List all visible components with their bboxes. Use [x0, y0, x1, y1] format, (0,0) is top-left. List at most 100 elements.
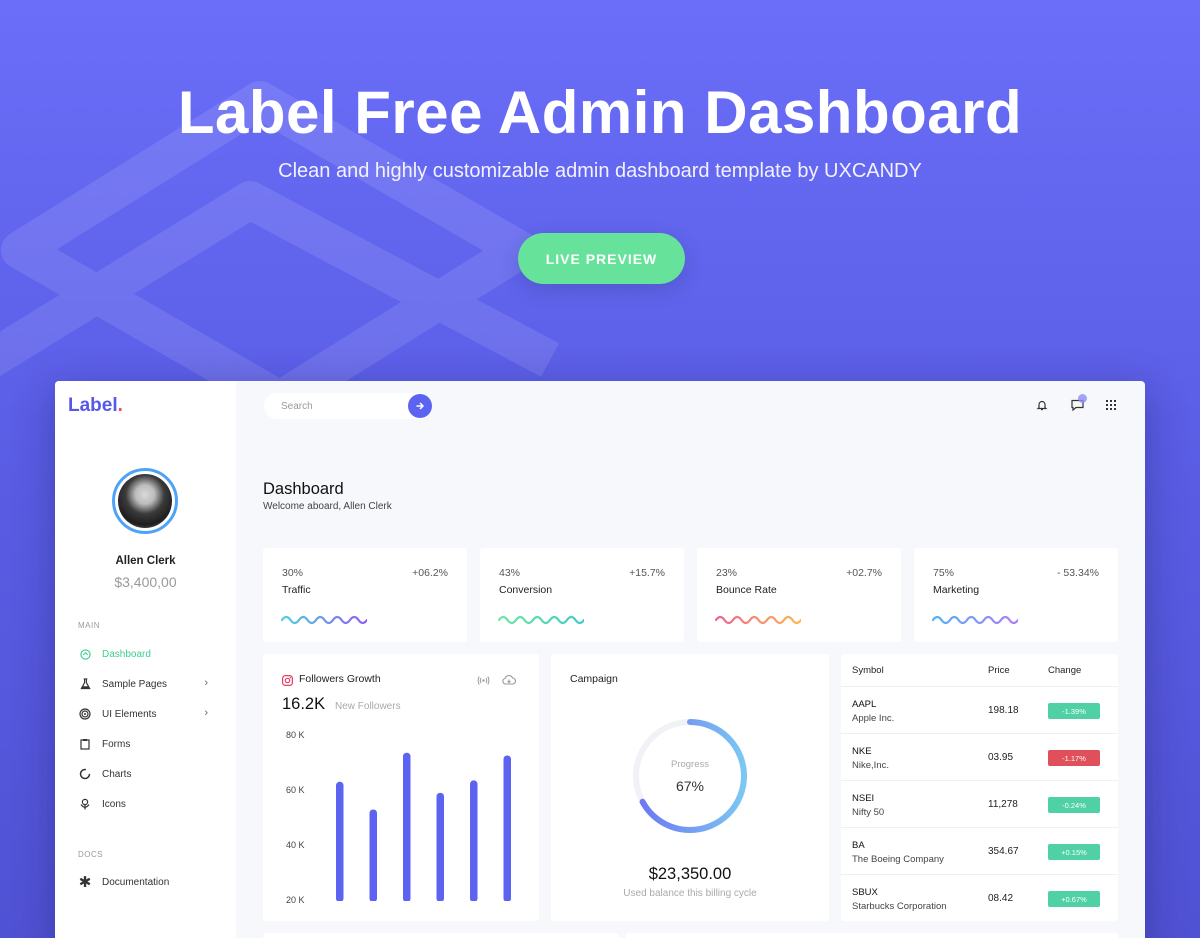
bar-1 — [336, 781, 344, 901]
chevron-right-icon: › — [204, 707, 208, 719]
nav-section-main: MAIN — [78, 621, 100, 630]
stock-symbol: NKE — [852, 746, 872, 757]
stat-change: - 53.34% — [1056, 567, 1099, 579]
y-tick-label: 20 K — [286, 895, 305, 905]
y-tick-label: 80 K — [286, 730, 305, 740]
followers-value: 16.2K — [282, 695, 326, 713]
user-name: Allen Clerk — [115, 555, 176, 567]
sidebar-item-forms[interactable]: Forms — [78, 735, 218, 753]
search-submit-button[interactable] — [408, 394, 432, 418]
table-row[interactable]: AAPL Apple Inc. 198.18 -1.39% — [841, 686, 1118, 733]
stock-symbol: BA — [852, 840, 865, 851]
stat-sparkline — [715, 615, 801, 625]
stat-card-bounce-rate[interactable]: 23% +02.7% Bounce Rate — [697, 548, 901, 642]
live-preview-button[interactable]: LIVE PREVIEW — [518, 233, 685, 284]
bell-icon[interactable] — [1035, 398, 1049, 412]
stock-name: Starbucks Corporation — [852, 901, 947, 912]
stat-label: Conversion — [499, 584, 553, 596]
stock-price: 198.18 — [988, 705, 1019, 716]
table-row[interactable]: NSEI Nifty 50 11,278 -0.24% — [841, 780, 1118, 827]
search-placeholder: Search — [281, 400, 313, 412]
page-title: Dashboard — [263, 480, 344, 498]
sidebar-item-label: UI Elements — [102, 708, 157, 720]
dashboard-icon — [78, 647, 92, 661]
message-icon[interactable] — [1070, 394, 1087, 412]
sidebar-item-label: Documentation — [102, 876, 170, 888]
campaign-card: Campaign Progress 67% $23,350.00 Used ba… — [551, 654, 829, 921]
sparkline-path — [932, 615, 1018, 625]
sidebar-item-sample-pages[interactable]: Sample Pages › — [78, 675, 218, 693]
stat-card-traffic[interactable]: 30% +06.2% Traffic — [263, 548, 467, 642]
table-row[interactable]: BA The Boeing Company 354.67 +0.15% — [841, 827, 1118, 874]
table-row[interactable]: SBUX Starbucks Corporation 08.42 +0.67% — [841, 874, 1118, 921]
sidebar-item-dashboard[interactable]: Dashboard — [78, 645, 218, 663]
sidebar-item-label: Sample Pages — [102, 678, 168, 690]
followers-bar-chart — [336, 752, 511, 901]
stat-sparkline — [498, 615, 584, 625]
table-header-price: Price — [988, 665, 1010, 676]
stat-label: Traffic — [282, 584, 311, 596]
stock-symbol: SBUX — [852, 887, 878, 898]
stock-symbol: AAPL — [852, 699, 877, 710]
broadcast-icon[interactable] — [477, 673, 490, 691]
stock-name: Nike,Inc. — [852, 760, 889, 771]
stat-change: +15.7% — [629, 567, 665, 579]
target-icon — [78, 707, 92, 721]
change-badge: -0.24% — [1048, 797, 1100, 813]
campaign-note: Used balance this billing cycle — [623, 888, 757, 899]
stat-change: +02.7% — [846, 567, 882, 579]
y-tick-label: 60 K — [286, 785, 305, 795]
sidebar: Label. Allen Clerk $3,400,00 MAIN Dashbo… — [55, 381, 236, 938]
bar-4 — [436, 792, 444, 901]
change-badge: -1.17% — [1048, 750, 1100, 766]
stat-percent: 43% — [499, 567, 521, 579]
sparkline-path — [715, 615, 801, 625]
change-badge: -1.39% — [1048, 703, 1100, 719]
table-header-symbol: Symbol — [852, 665, 884, 676]
followers-title: Followers Growth — [299, 673, 381, 685]
stocks-table: Symbol Price Change AAPL Apple Inc. 198.… — [841, 654, 1118, 921]
stat-label: Bounce Rate — [716, 584, 777, 596]
nav-section-docs: DOCS — [78, 850, 104, 859]
sidebar-item-icons[interactable]: Icons — [78, 795, 218, 813]
stat-percent: 75% — [933, 567, 955, 579]
flower-icon — [78, 797, 92, 811]
table-header-change: Change — [1048, 665, 1082, 676]
stock-name: Nifty 50 — [852, 807, 885, 818]
followers-unit: New Followers — [335, 701, 401, 712]
sidebar-item-ui-elements[interactable]: UI Elements › — [78, 705, 218, 723]
brand-dot: . — [117, 395, 123, 416]
notification-dot — [1078, 394, 1087, 403]
avatar[interactable] — [112, 468, 178, 534]
instagram-icon — [282, 673, 294, 691]
stat-percent: 30% — [282, 567, 304, 579]
campaign-title: Campaign — [570, 673, 618, 685]
donut-icon — [78, 767, 92, 781]
stat-card-marketing[interactable]: 75% - 53.34% Marketing — [914, 548, 1118, 642]
cloud-download-icon[interactable] — [502, 673, 516, 691]
sidebar-item-label: Dashboard — [102, 648, 151, 660]
bottom-card-right — [626, 933, 1118, 938]
bar-5 — [470, 780, 478, 901]
sidebar-item-charts[interactable]: Charts — [78, 765, 218, 783]
search-input[interactable]: Search — [264, 393, 432, 419]
brand-logo[interactable]: Label. — [68, 395, 123, 417]
progress-label: Progress — [670, 759, 709, 770]
dashboard-window: Label. Allen Clerk $3,400,00 MAIN Dashbo… — [55, 381, 1145, 938]
chevron-right-icon: › — [204, 677, 208, 689]
y-tick-label: 40 K — [286, 840, 305, 850]
stat-label: Marketing — [933, 584, 980, 596]
table-row[interactable]: NKE Nike,Inc. 03.95 -1.17% — [841, 733, 1118, 780]
sparkline-path — [281, 615, 367, 625]
page-subtitle: Welcome aboard, Allen Clerk — [263, 501, 392, 512]
progress-value: 67% — [675, 778, 705, 794]
grid-icon[interactable] — [1104, 398, 1118, 412]
sidebar-item-documentation[interactable]: ✱ Documentation — [78, 873, 218, 891]
stock-symbol: NSEI — [852, 793, 875, 804]
stat-card-conversion[interactable]: 43% +15.7% Conversion — [480, 548, 684, 642]
flask-icon — [78, 677, 92, 691]
hero-subtitle: Clean and highly customizable admin dash… — [278, 160, 922, 182]
hero-title: Label Free Admin Dashboard — [177, 79, 1023, 146]
change-badge: +0.15% — [1048, 844, 1100, 860]
stock-price: 08.42 — [988, 893, 1014, 904]
